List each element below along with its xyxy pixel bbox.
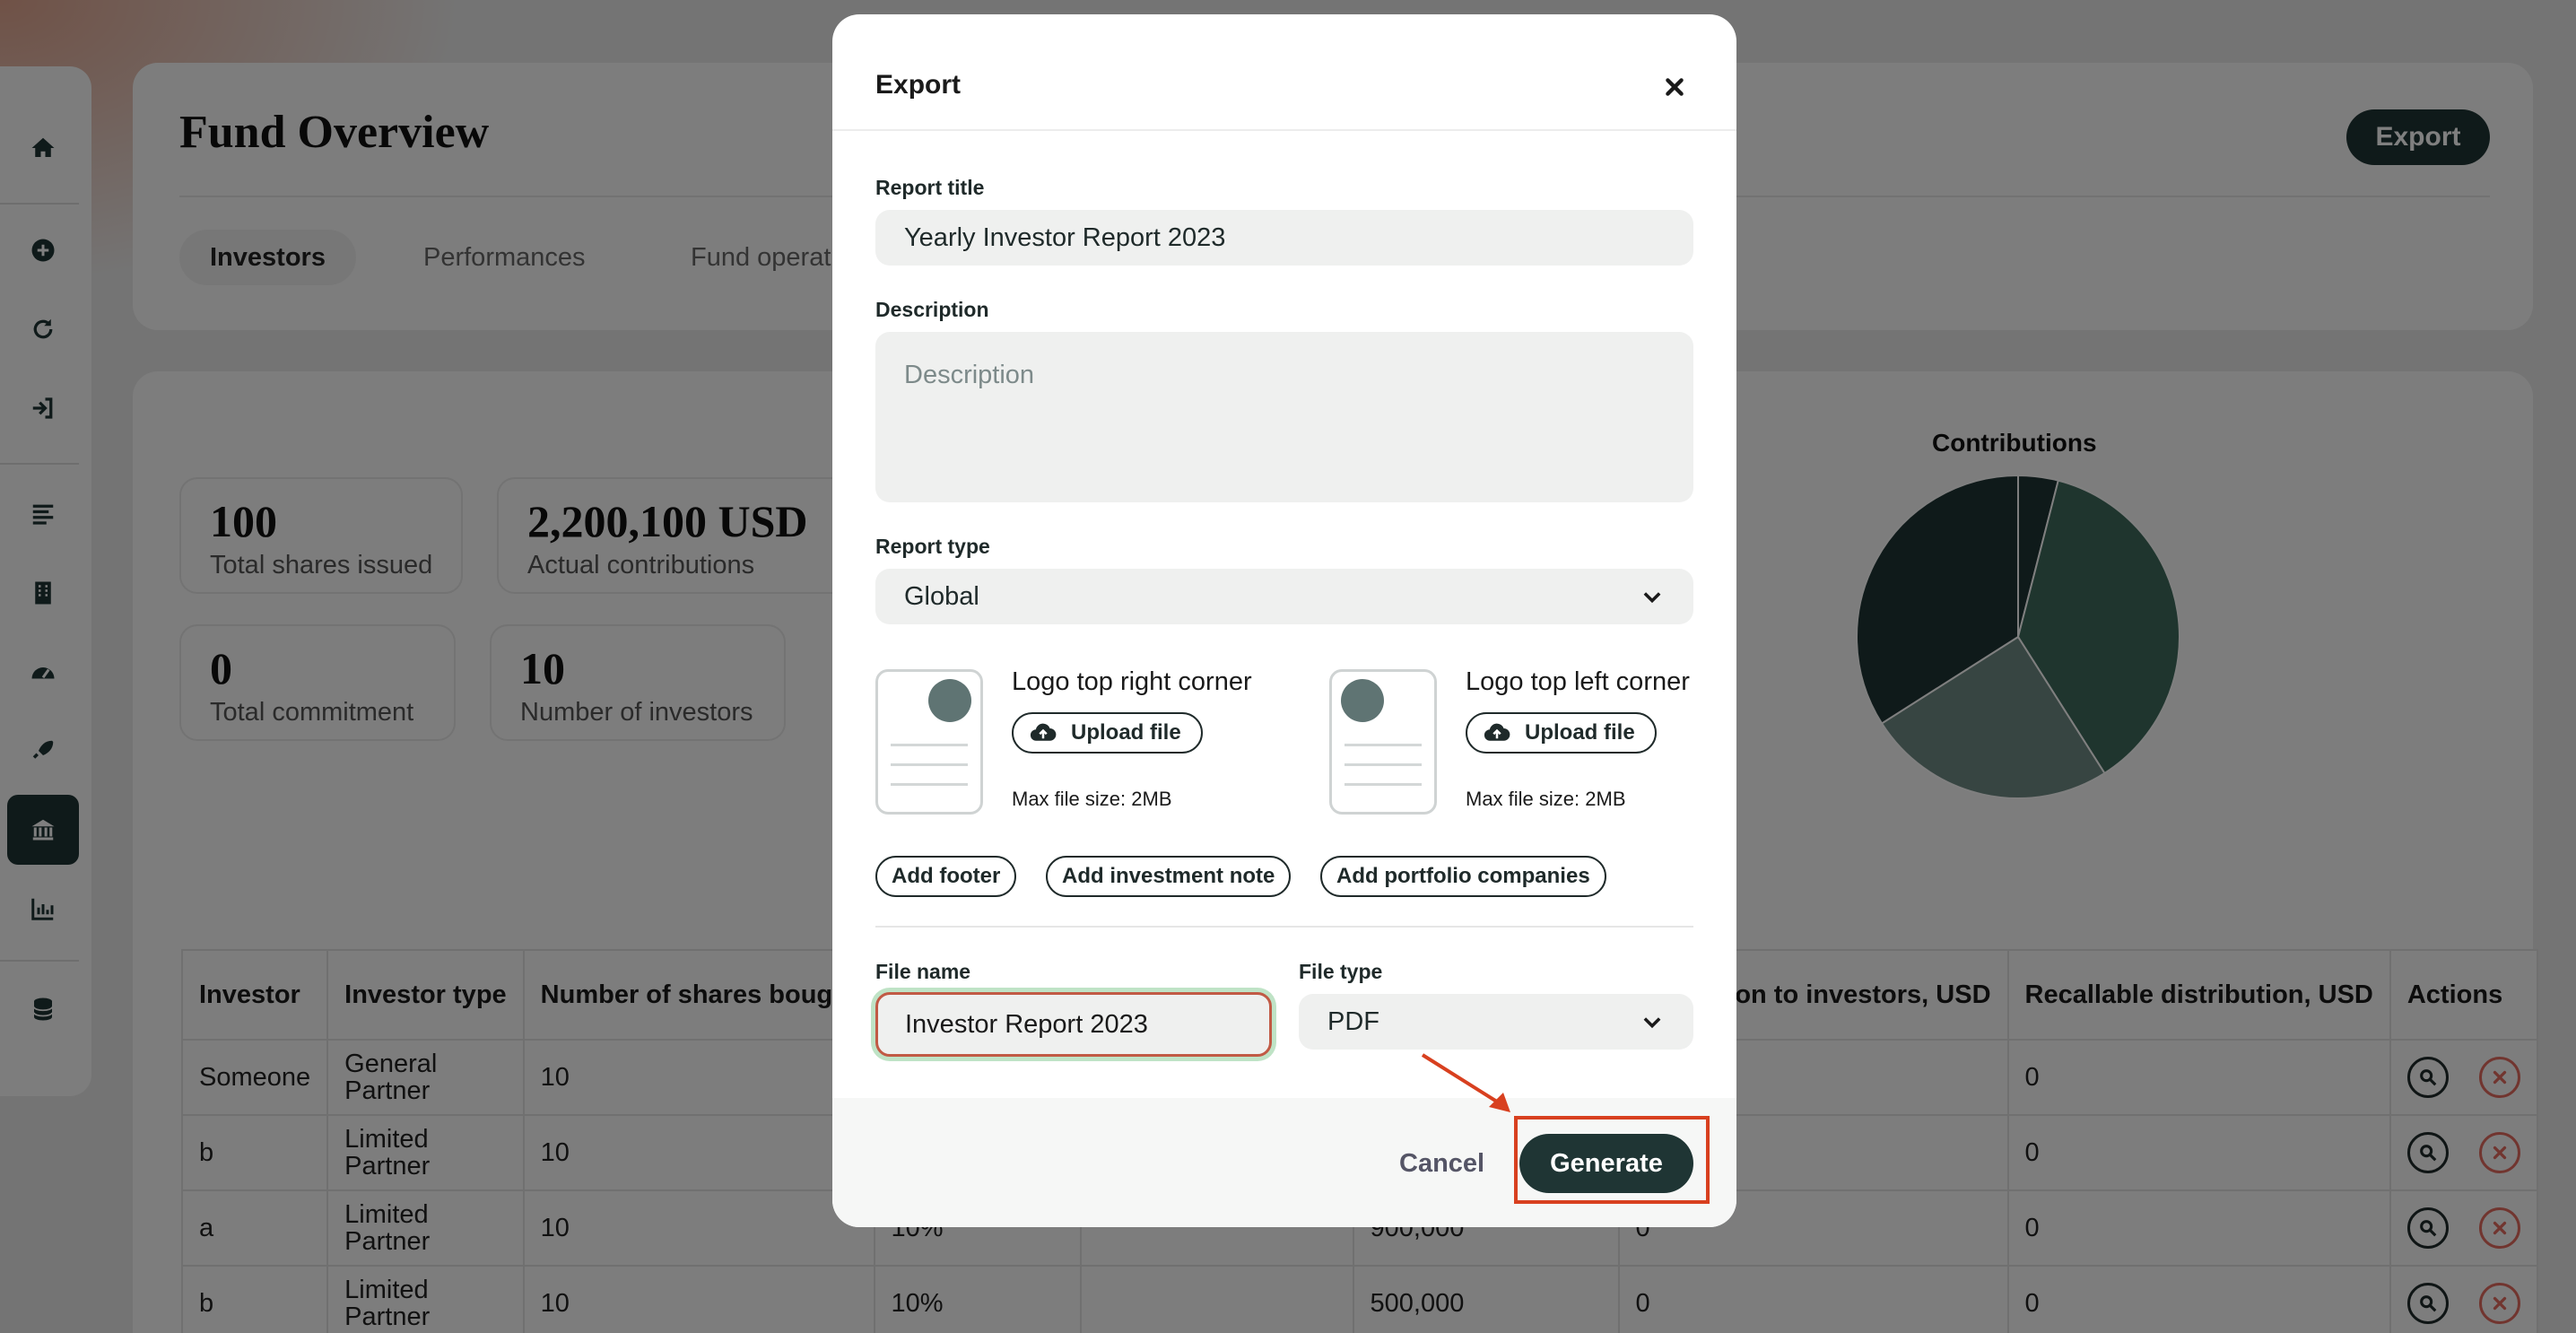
modal-header-divider xyxy=(832,129,1736,131)
modal-title: Export xyxy=(875,70,962,100)
logo-placeholder-line xyxy=(891,744,968,746)
chevron-down-icon xyxy=(1643,592,1661,604)
report-type-select[interactable]: Global xyxy=(875,569,1693,624)
cloud-upload-icon xyxy=(1484,723,1510,741)
logo-placeholder-line xyxy=(1345,783,1422,786)
export-modal: Export Report title Description Report t… xyxy=(832,14,1736,1227)
logo-placeholder-line xyxy=(1345,744,1422,746)
cancel-button[interactable]: Cancel xyxy=(1399,1143,1484,1184)
add-investment-note-button[interactable]: Add investment note xyxy=(1046,856,1292,897)
file-type-select[interactable]: PDF xyxy=(1299,994,1693,1050)
logo-left-max-size: Max file size: 2MB xyxy=(1466,788,1626,810)
logo-placeholder-dot xyxy=(1341,679,1384,722)
modal-divider xyxy=(875,926,1693,928)
chevron-down-icon xyxy=(1643,1017,1661,1029)
upload-logo-right-button[interactable]: Upload file xyxy=(1012,712,1203,754)
close-icon[interactable] xyxy=(1658,70,1692,104)
logo-placeholder-dot xyxy=(928,679,971,722)
add-footer-button[interactable]: Add footer xyxy=(875,856,1017,897)
report-title-input[interactable] xyxy=(875,210,1693,266)
logo-right-preview xyxy=(875,669,983,815)
logo-left-preview xyxy=(1329,669,1437,815)
file-type-label: File type xyxy=(1299,960,1383,983)
file-name-input[interactable] xyxy=(875,992,1272,1057)
logo-placeholder-line xyxy=(1345,763,1422,766)
add-portfolio-companies-button[interactable]: Add portfolio companies xyxy=(1320,856,1606,897)
report-title-label: Report title xyxy=(875,176,985,199)
file-type-value: PDF xyxy=(1327,1006,1379,1036)
logo-right-max-size: Max file size: 2MB xyxy=(1012,788,1172,810)
upload-label: Upload file xyxy=(1525,720,1635,745)
annotation-arrow xyxy=(1421,1053,1510,1112)
logo-right-title: Logo top right corner xyxy=(1012,667,1252,696)
file-name-label: File name xyxy=(875,960,971,983)
logo-placeholder-line xyxy=(891,783,968,786)
cloud-upload-icon xyxy=(1030,723,1057,741)
report-type-value: Global xyxy=(904,581,979,611)
annotation-highlight-box xyxy=(1514,1116,1710,1204)
logo-placeholder-line xyxy=(891,763,968,766)
description-label: Description xyxy=(875,298,989,321)
logo-left-title: Logo top left corner xyxy=(1466,667,1690,696)
description-textarea[interactable] xyxy=(875,332,1693,502)
upload-logo-left-button[interactable]: Upload file xyxy=(1466,712,1657,754)
upload-label: Upload file xyxy=(1071,720,1181,745)
report-type-label: Report type xyxy=(875,535,990,558)
